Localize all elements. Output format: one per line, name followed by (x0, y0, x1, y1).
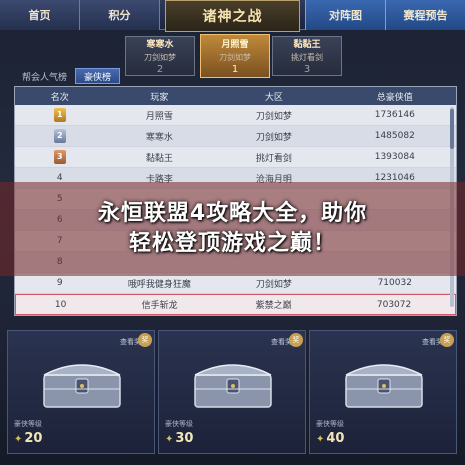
banner-line-2: 轻松登顶游戏之巅！ (128, 231, 336, 256)
treasure-chest-icon (345, 364, 423, 408)
title-banner: 永恒联盟4攻略大全，助你 轻松登顶游戏之巅！ (0, 182, 465, 276)
row-rank: 3 (15, 150, 105, 164)
chest-level-number: 40 (326, 431, 345, 446)
row-player: 哦呼我健身狂魔 (127, 279, 191, 290)
table-row[interactable]: 2 寒寒水 刀剑如梦 1485082 (15, 126, 456, 147)
reward-badge-icon: 奖 (440, 333, 454, 347)
podium-third-name: 黏黏王 (293, 40, 321, 50)
star-icon: ✦ (14, 434, 23, 445)
row-rank: 2 (15, 129, 105, 143)
row-server: 挑灯看剑 (255, 153, 292, 164)
podium-first-name: 月照雪 (221, 40, 249, 50)
star-icon: ✦ (316, 434, 325, 445)
row-server: 刀剑如梦 (255, 111, 292, 122)
chest-level-value: ✦ 30 (165, 431, 193, 446)
banner-line-1: 永恒联盟4攻略大全，助你 (97, 201, 368, 226)
header-server: 大区 (264, 92, 283, 103)
row-value: 1393084 (374, 152, 415, 162)
rank-medal-icon: 3 (53, 150, 66, 164)
podium-third-rank: 3 (303, 64, 311, 75)
chest-level-value: ✦ 40 (316, 431, 344, 446)
table-row[interactable]: 9 哦呼我健身狂魔 刀剑如梦 710032 (15, 273, 456, 294)
podium-third-server: 挑灯看剑 (291, 53, 323, 62)
chest-level-label: 豪侠等级 (316, 420, 344, 428)
chest-level-value: ✦ 20 (14, 431, 42, 446)
tab-hero[interactable]: 豪侠榜 (75, 68, 121, 84)
podium-first-server: 刀剑如梦 (219, 53, 251, 62)
reward-badge-icon: 奖 (138, 333, 152, 347)
nav-matchups-button[interactable]: 对阵图 (305, 0, 385, 30)
leaderboard-tabs: 帮会人气榜 豪侠榜 (14, 68, 121, 84)
table-row[interactable]: 3 黏黏王 挑灯看剑 1393084 (15, 147, 456, 168)
star-icon: ✦ (165, 434, 174, 445)
header-value: 总豪侠值 (376, 92, 413, 103)
table-scroll-thumb[interactable] (450, 109, 454, 149)
chest-level-number: 30 (175, 431, 194, 446)
row-value: 1736146 (374, 110, 415, 120)
podium-second-server: 刀剑如梦 (144, 53, 176, 62)
row-rank: 9 (56, 278, 63, 288)
chest-card[interactable]: 查看奖池奖 豪侠等级 ✦ 30 (158, 330, 306, 454)
row-server: 刀剑如梦 (255, 279, 292, 290)
chest-card[interactable]: 查看奖池奖 豪侠等级 ✦ 40 (309, 330, 457, 454)
nav-home-button[interactable]: 首页 (0, 0, 80, 30)
row-server: 刀剑如梦 (255, 132, 292, 143)
podium-second-rank: 2 (156, 64, 164, 75)
podium-first[interactable]: 月照雪 刀剑如梦 1 (200, 34, 270, 78)
rank-medal-icon: 2 (53, 129, 66, 143)
chest-level-number: 20 (24, 431, 43, 446)
reward-badge-icon: 奖 (289, 333, 303, 347)
row-rank: 10 (54, 299, 67, 310)
reward-chests: 查看奖池奖 豪侠等级 ✦ 20 查看奖池奖 豪侠等级 ✦ 30 查看奖池奖 豪侠等级 ✦ 40 (0, 322, 465, 465)
table-row[interactable]: 10 信手斩龙 紫禁之巅 703072 (15, 294, 456, 315)
row-value: 710032 (377, 278, 412, 288)
table-row[interactable]: 1 月照雪 刀剑如梦 1736146 (15, 105, 456, 126)
treasure-chest-icon (194, 364, 272, 408)
header-rank: 名次 (50, 92, 69, 103)
row-server: 紫禁之巅 (255, 301, 292, 311)
chest-level-label: 豪侠等级 (14, 420, 42, 428)
row-value: 1485082 (374, 131, 415, 141)
header-player: 玩家 (150, 92, 169, 103)
podium-first-rank: 1 (231, 64, 239, 75)
podium-second-name: 寒寒水 (146, 40, 174, 50)
podium-second[interactable]: 寒寒水 刀剑如梦 2 (125, 36, 195, 76)
row-player: 月照雪 (145, 111, 173, 122)
chest-level-label: 豪侠等级 (165, 420, 193, 428)
rank-medal-icon: 1 (53, 108, 66, 122)
chest-card[interactable]: 查看奖池奖 豪侠等级 ✦ 20 (7, 330, 155, 454)
podium-third[interactable]: 黏黏王 挑灯看剑 3 (272, 36, 342, 76)
tab-guild-popularity[interactable]: 帮会人气榜 (14, 68, 75, 84)
nav-preview-button[interactable]: 赛程预告 (385, 0, 465, 30)
row-player: 信手斩龙 (141, 301, 178, 311)
row-rank: 1 (15, 108, 105, 122)
nav-points-button[interactable]: 积分 (80, 0, 160, 30)
table-header: 名次 玩家 大区 总豪侠值 (15, 87, 456, 105)
page-title: 诸神之战 (165, 0, 300, 32)
row-value: 703072 (376, 299, 412, 310)
row-player: 黏黏王 (145, 153, 173, 164)
row-player: 寒寒水 (145, 132, 173, 143)
treasure-chest-icon (43, 364, 121, 408)
